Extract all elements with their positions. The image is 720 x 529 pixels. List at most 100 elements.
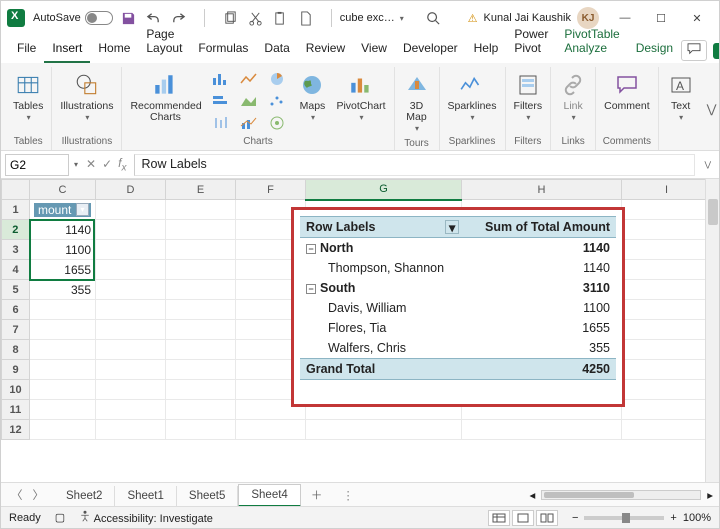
autosave-toggle[interactable]: AutoSave [33, 11, 113, 25]
tab-help[interactable]: Help [466, 37, 507, 63]
3d-map-button[interactable]: 3D Map▾ [401, 69, 433, 136]
row-header[interactable]: 11 [2, 400, 30, 420]
zoom-in-button[interactable]: + [670, 512, 676, 524]
tab-review[interactable]: Review [298, 37, 353, 63]
column-chart-icon[interactable] [208, 69, 234, 89]
tab-developer[interactable]: Developer [395, 37, 466, 63]
vertical-scrollbar[interactable] [705, 179, 719, 482]
link-button[interactable]: Link▾ [557, 69, 589, 125]
new-file-icon[interactable] [298, 11, 313, 26]
sheet-tab[interactable]: Sheet1 [115, 486, 176, 506]
name-box[interactable] [5, 154, 69, 176]
maximize-button[interactable]: ☐ [645, 6, 677, 30]
copy-icon[interactable] [223, 11, 238, 26]
filters-button[interactable]: Filters▾ [512, 69, 545, 125]
tab-page-layout[interactable]: Page Layout [138, 23, 190, 63]
pivot-child-row[interactable]: Walfers, Chris355 [300, 338, 616, 359]
line-chart-icon[interactable] [236, 69, 262, 89]
row-header[interactable]: 5 [2, 280, 30, 300]
sheet-nav-prev-icon[interactable]: 〈 [11, 487, 23, 503]
col-header[interactable]: H [462, 180, 622, 200]
sheet-tab[interactable]: Sheet5 [177, 486, 238, 506]
scroll-thumb[interactable] [544, 492, 634, 498]
bar-chart-icon[interactable] [208, 91, 234, 111]
cell[interactable]: 355 [30, 280, 96, 300]
cut-icon[interactable] [248, 11, 263, 26]
row-header[interactable]: 7 [2, 320, 30, 340]
row-header[interactable]: 4 [2, 260, 30, 280]
comment-button[interactable]: Comment [602, 69, 652, 114]
tab-design[interactable]: Design [628, 37, 681, 63]
stock-chart-icon[interactable] [208, 113, 234, 133]
tab-power-pivot[interactable]: Power Pivot [506, 23, 556, 63]
namebox-dropdown-icon[interactable]: ▾ [74, 160, 78, 169]
scatter-chart-icon[interactable] [264, 91, 290, 111]
comments-pane-button[interactable] [681, 40, 707, 61]
pie-chart-icon[interactable] [264, 69, 290, 89]
horizontal-scrollbar[interactable]: ◂ ▸ [364, 488, 719, 502]
enter-formula-icon[interactable]: ✓ [102, 157, 112, 171]
row-header[interactable]: 9 [2, 360, 30, 380]
text-button[interactable]: A Text▾ [665, 69, 697, 125]
cell[interactable]: mount▾ [30, 200, 96, 220]
tab-insert[interactable]: Insert [44, 37, 90, 63]
pivotchart-button[interactable]: PivotChart▾ [334, 69, 387, 125]
col-header[interactable]: D [96, 180, 166, 200]
zoom-level[interactable]: 100% [683, 512, 711, 524]
formula-expand-icon[interactable]: ⋁ [700, 160, 715, 169]
row-header[interactable]: 2 [2, 220, 30, 240]
sheet-nav-next-icon[interactable]: 〉 [33, 487, 45, 503]
normal-view-button[interactable] [488, 510, 510, 526]
area-chart-icon[interactable] [236, 91, 262, 111]
pivot-child-row[interactable]: Flores, Tia1655 [300, 318, 616, 338]
pivot-child-row[interactable]: Thompson, Shannon1140 [300, 258, 616, 278]
paste-icon[interactable] [273, 11, 288, 26]
ribbon-collapse-button[interactable]: ⋁ [703, 67, 719, 150]
tab-home[interactable]: Home [90, 37, 138, 63]
search-button[interactable] [426, 11, 440, 25]
pivot-grand-total-row[interactable]: Grand Total4250 [300, 359, 616, 380]
pivot-child-row[interactable]: Davis, William1100 [300, 298, 616, 318]
page-break-view-button[interactable] [536, 510, 558, 526]
pivot-table[interactable]: Row Labels ▾ Sum of Total Amount −North1… [300, 216, 616, 380]
tab-formulas[interactable]: Formulas [190, 37, 256, 63]
worksheet-grid[interactable]: C D E F G H I 1 mount▾ 2 1140 3 1100 4 1… [1, 179, 719, 482]
row-header[interactable]: 6 [2, 300, 30, 320]
zoom-control[interactable]: − + 100% [572, 512, 711, 524]
zoom-slider[interactable] [584, 516, 664, 520]
cancel-formula-icon[interactable]: ✕ [86, 157, 96, 171]
col-header[interactable]: C [30, 180, 96, 200]
scroll-right-icon[interactable]: ▸ [707, 488, 713, 502]
tables-button[interactable]: Tables▾ [11, 69, 45, 125]
zoom-out-button[interactable]: − [572, 512, 578, 524]
cell[interactable]: 1100 [30, 240, 96, 260]
accessibility-status[interactable]: Accessibility: Investigate [79, 510, 213, 525]
pivot-values-header[interactable]: Sum of Total Amount [465, 217, 616, 238]
row-header[interactable]: 3 [2, 240, 30, 260]
pivot-group-row[interactable]: −South3110 [300, 278, 616, 298]
sheet-tab-menu-icon[interactable]: ⋮ [332, 488, 364, 502]
scroll-thumb[interactable] [708, 199, 718, 225]
pivot-row-labels-header[interactable]: Row Labels ▾ [300, 217, 465, 238]
pivot-group-row[interactable]: −North1140 [300, 238, 616, 259]
collapse-icon[interactable]: − [306, 244, 316, 254]
toggle-off-icon[interactable] [85, 11, 113, 25]
column-headers[interactable]: C D E F G H I [2, 180, 712, 200]
cell[interactable]: 1655 [30, 260, 96, 280]
tab-file[interactable]: File [9, 37, 44, 63]
select-all-corner[interactable] [2, 180, 30, 200]
close-button[interactable]: ✕ [681, 6, 713, 30]
maps-button[interactable]: Maps▾ [296, 69, 328, 125]
fx-icon[interactable]: fx [118, 156, 126, 173]
row-header[interactable]: 10 [2, 380, 30, 400]
collapse-icon[interactable]: − [306, 284, 316, 294]
sheet-tab[interactable]: Sheet2 [54, 486, 115, 506]
row-header[interactable]: 8 [2, 340, 30, 360]
document-name[interactable]: cube exc… ▾ [340, 12, 404, 24]
col-header[interactable]: F [236, 180, 306, 200]
pivot-filter-dropdown-icon[interactable]: ▾ [445, 220, 459, 234]
combo-chart-icon[interactable] [236, 113, 262, 133]
col-header[interactable]: E [166, 180, 236, 200]
tab-pivottable-analyze[interactable]: PivotTable Analyze [556, 23, 627, 63]
cell[interactable]: 1140 [30, 220, 96, 240]
